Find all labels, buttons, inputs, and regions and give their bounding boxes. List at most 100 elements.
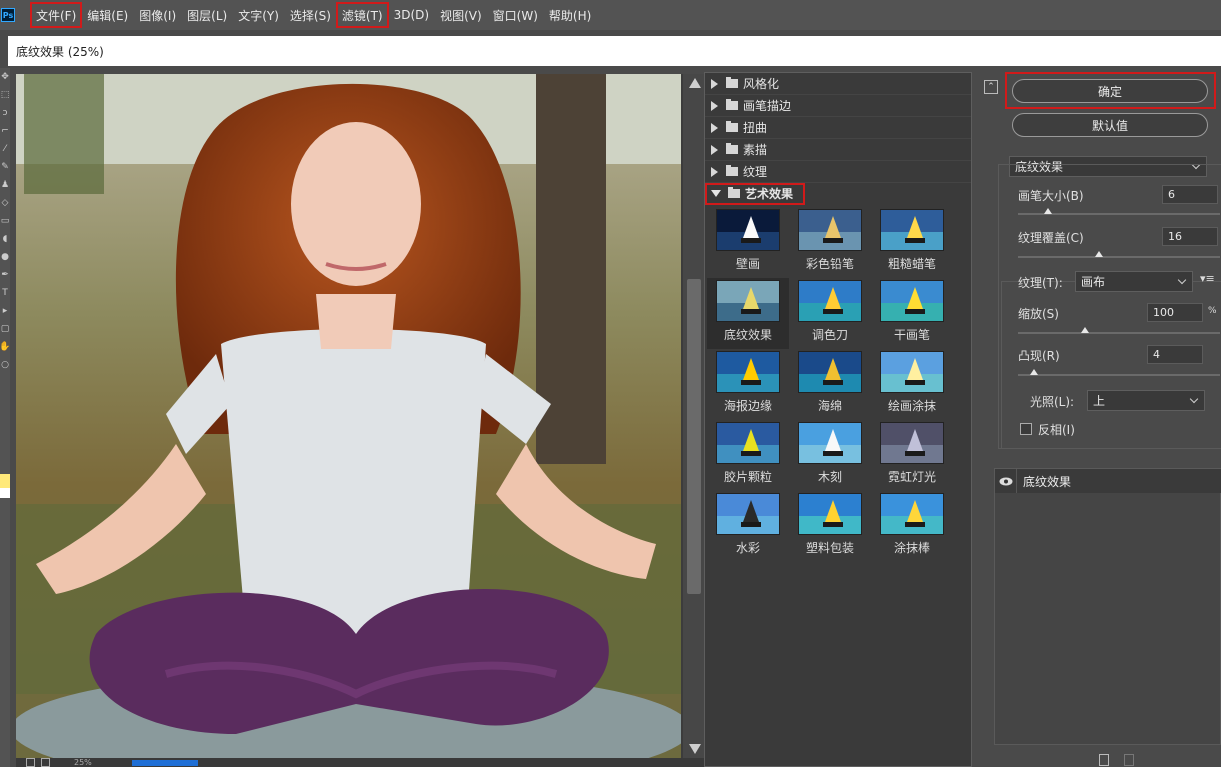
marquee-tool-icon[interactable]: ⬚ [0,86,10,104]
slider-thumb[interactable] [1080,327,1089,333]
scaling-slider[interactable] [1018,327,1220,334]
filter-thumb[interactable]: 壁画 [707,207,789,278]
category-artistic[interactable]: 艺术效果 [705,183,805,205]
filter-thumb[interactable]: 水彩 [707,491,789,562]
menu-layer[interactable]: 图层(L) [182,3,232,27]
category-sketch[interactable]: 素描 [705,139,971,161]
preview-image[interactable] [16,74,681,758]
new-effect-layer-icon[interactable] [1099,754,1109,766]
texture-menu-icon[interactable]: ▾≡ [1200,272,1215,285]
zoom-tool-icon[interactable]: ○ [0,356,10,374]
dodge-tool-icon[interactable]: ● [0,248,10,266]
category-brush-strokes[interactable]: 画笔描边 [705,95,971,117]
category-texture[interactable]: 纹理 [705,161,971,183]
brush-size-slider[interactable] [1018,208,1220,215]
zoom-level[interactable]: 25% [74,758,92,767]
filter-thumbnails: 壁画 彩色铅笔 粗糙蜡笔底纹效果 调色刀 干画笔海报边缘 海绵 绘画涂抹胶片颗粒 木刻 霓虹灯光… [707,207,969,562]
photoshop-logo: Ps [1,8,15,22]
menu-help[interactable]: 帮助(H) [544,3,596,27]
preview-vertical-scrollbar[interactable] [683,74,705,758]
background-color-swatch[interactable] [0,488,10,498]
filter-preview-image [880,209,944,251]
dialog-title: 底纹效果 (25%) [8,36,1221,66]
menu-type[interactable]: 文字(Y) [233,3,284,27]
slider-thumb[interactable] [1094,251,1103,257]
filter-preview-image [880,493,944,535]
menu-edit[interactable]: 编辑(E) [82,3,133,27]
eraser-tool-icon[interactable]: ◇ [0,194,10,212]
category-stylize[interactable]: 风格化 [705,73,971,95]
zoom-in-icon[interactable] [41,758,50,767]
filter-thumb-label: 彩色铅笔 [805,257,854,271]
slider-thumb[interactable] [1044,208,1053,214]
gradient-tool-icon[interactable]: ▭ [0,212,10,230]
texture-coverage-slider[interactable] [1018,251,1220,258]
filter-thumb[interactable]: 调色刀 [789,278,871,349]
category-distort[interactable]: 扭曲 [705,117,971,139]
texture-select[interactable]: 画布 [1075,271,1193,292]
folder-icon [726,165,738,176]
invert-label: 反相(I) [1038,423,1075,437]
zoom-out-icon[interactable] [26,758,35,767]
foreground-color-swatch[interactable] [0,474,10,488]
menu-image[interactable]: 图像(I) [134,3,181,27]
filter-thumb[interactable]: 霓虹灯光 [871,420,953,491]
filter-thumb[interactable]: 底纹效果 [707,278,789,349]
filter-thumb[interactable]: 粗糙蜡笔 [871,207,953,278]
relief-input[interactable]: 4 [1147,345,1203,364]
eye-icon[interactable] [995,469,1017,493]
pen-tool-icon[interactable]: ✒ [0,266,10,284]
menu-select[interactable]: 选择(S) [285,3,336,27]
collapse-gallery-icon[interactable]: ⌃ [984,80,998,94]
filter-thumb[interactable]: 海报边缘 [707,349,789,420]
filter-thumb[interactable]: 彩色铅笔 [789,207,871,278]
texture-coverage-input[interactable]: 16 [1162,227,1218,246]
folder-icon [726,77,738,88]
filter-preview-image [880,351,944,393]
menu-filter[interactable]: 滤镜(T) [335,2,389,28]
filter-thumb[interactable]: 海绵 [789,349,871,420]
text-tool-icon[interactable]: T [0,284,10,302]
filter-thumb[interactable]: 绘画涂抹 [871,349,953,420]
menu-window[interactable]: 窗口(W) [488,3,543,27]
filter-thumb-label: 水彩 [735,541,760,555]
scrollbar-thumb[interactable] [687,279,701,594]
lasso-tool-icon[interactable]: ↄ [0,104,10,122]
shape-tool-icon[interactable]: ▢ [0,320,10,338]
menu-file[interactable]: 文件(F) [29,2,83,28]
filter-thumb[interactable]: 木刻 [789,420,871,491]
light-select[interactable]: 上 [1087,390,1205,411]
ok-button[interactable]: 确定 [1012,79,1208,103]
menu-3d[interactable]: 3D(D) [389,3,434,27]
category-label: 扭曲 [743,121,768,135]
effect-layer-row[interactable]: 底纹效果 [995,469,1221,493]
hand-tool-icon[interactable]: ✋ [0,338,11,356]
crop-tool-icon[interactable]: ⌐ [0,122,10,140]
brush-size-input[interactable]: 6 [1162,185,1218,204]
expand-arrow-icon [711,144,718,155]
slider-thumb[interactable] [1030,369,1039,375]
filter-thumb[interactable]: 涂抹棒 [871,491,953,562]
brush-tool-icon[interactable]: ✎ [0,158,10,176]
tool-strip: ✥ ⬚ ↄ ⌐ ⁄ ✎ ♟ ◇ ▭ ◖ ● ✒ T ▸ ▢ ✋ ○ [0,68,11,767]
expand-arrow-icon [711,166,718,177]
filter-thumb[interactable]: 塑料包装 [789,491,871,562]
eyedropper-tool-icon[interactable]: ⁄ [0,140,10,158]
scroll-down-icon[interactable] [689,744,701,754]
blur-tool-icon[interactable]: ◖ [0,230,10,248]
menu-view[interactable]: 视图(V) [435,3,487,27]
path-select-tool-icon[interactable]: ▸ [0,302,10,320]
default-button[interactable]: 默认值 [1012,113,1208,137]
scaling-input[interactable]: 100 [1147,303,1203,322]
filter-thumb-label: 涂抹棒 [893,541,930,555]
filter-preview-image [798,493,862,535]
horizontal-scrollbar-thumb[interactable] [131,759,198,766]
relief-slider[interactable] [1018,369,1220,376]
move-tool-icon[interactable]: ✥ [0,68,10,86]
stamp-tool-icon[interactable]: ♟ [0,176,10,194]
filter-thumb[interactable]: 干画笔 [871,278,953,349]
delete-effect-layer-icon[interactable] [1124,754,1134,766]
invert-checkbox[interactable] [1020,423,1032,435]
filter-thumb[interactable]: 胶片颗粒 [707,420,789,491]
scroll-up-icon[interactable] [689,78,701,88]
